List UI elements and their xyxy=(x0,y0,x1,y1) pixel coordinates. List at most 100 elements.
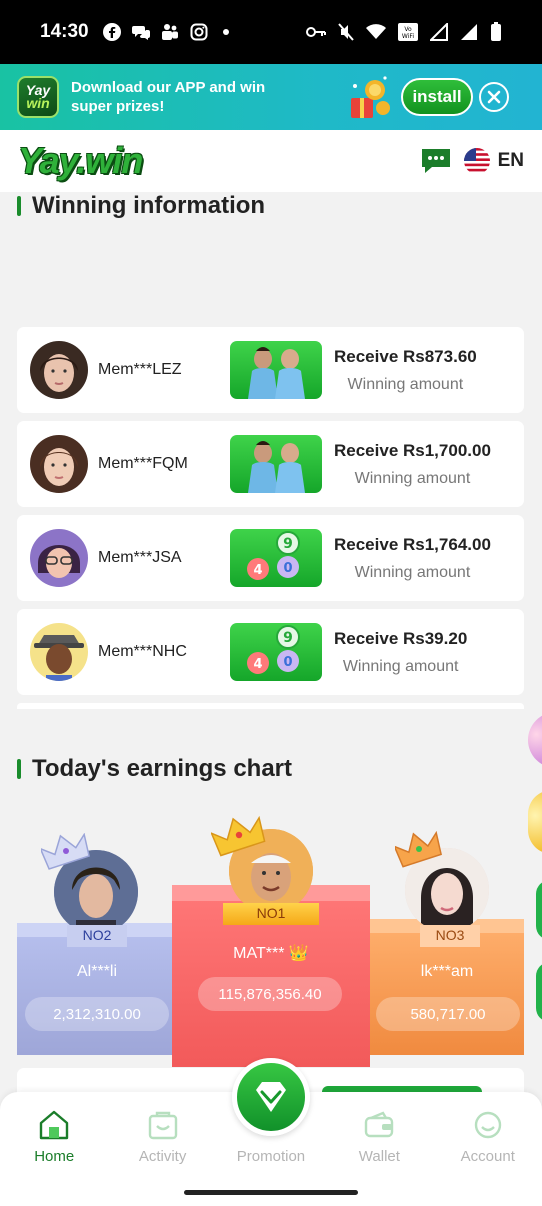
football-game-thumb xyxy=(230,435,322,493)
avatar xyxy=(30,623,88,681)
winning-amount-label: Winning amount xyxy=(342,657,459,675)
winning-info-title-text: Winning information xyxy=(32,192,266,219)
brand-logo[interactable]: Yay.win xyxy=(18,140,143,182)
promotion-icon xyxy=(256,1082,286,1112)
winning-amount: Receive Rs1,700.00 xyxy=(334,440,491,460)
svg-text:9: 9 xyxy=(283,630,293,646)
member-name: Mem***JSA xyxy=(98,549,182,566)
floating-gift-icon[interactable] xyxy=(528,712,542,768)
winning-amount: Receive Rs39.20 xyxy=(334,628,468,648)
podium-no3-value: 580,717.00 xyxy=(376,997,520,1031)
earnings-chart-title: Today's earnings chart xyxy=(17,755,292,783)
top-header: Yay.win EN xyxy=(0,130,542,192)
lottery-game-thumb: 9 4 0 xyxy=(230,529,322,587)
winning-amount-label: Winning amount xyxy=(354,563,471,581)
vowifi-icon: VoWiFi xyxy=(398,23,418,41)
account-icon xyxy=(474,1111,501,1139)
gesture-handle[interactable] xyxy=(184,1190,358,1195)
home-icon xyxy=(39,1110,69,1140)
winning-info-title: Winning information xyxy=(17,192,265,220)
nav-account[interactable]: Account xyxy=(434,1092,542,1174)
lottery-game-thumb: 9 4 0 xyxy=(230,623,322,681)
facebook-icon xyxy=(102,23,121,41)
avatar xyxy=(30,341,88,399)
nav-promotion-label: Promotion xyxy=(236,1148,306,1165)
podium-no2-rank: NO2 xyxy=(67,925,127,947)
podium-no3-rank: NO3 xyxy=(420,925,480,947)
podium-no2-name: Al***li xyxy=(76,963,117,980)
close-icon xyxy=(487,90,501,104)
winning-list: Mem***LEZ Receive Rs873.60 Winning amoun… xyxy=(17,327,524,709)
status-indicators: Vo WiFi xyxy=(306,22,502,42)
notification-dot xyxy=(222,29,229,35)
winning-row[interactable]: Mem***LEZ Receive Rs873.60 Winning amoun… xyxy=(17,327,524,413)
nav-activity[interactable]: Activity xyxy=(108,1092,216,1174)
winning-info: Receive Rs1,764.00 Winning amount xyxy=(334,535,491,582)
winning-info: Receive Rs1,700.00 Winning amount xyxy=(334,441,491,488)
status-bar: 14:30 Vo WiFi xyxy=(0,0,542,64)
battery-icon xyxy=(491,22,501,41)
status-time: 14:30 xyxy=(40,21,89,42)
football-game-thumb xyxy=(230,341,322,399)
winning-row[interactable]: Mem***NHC 9 4 0 Receive Rs39.20 Winning am… xyxy=(17,609,524,695)
floating-chat-icon[interactable] xyxy=(536,962,542,1022)
podium-no1-name: MAT*** 👑 xyxy=(233,945,309,962)
language-selector[interactable]: EN xyxy=(498,150,524,172)
winning-info: Receive Rs873.60 Winning amount xyxy=(334,347,477,394)
us-flag-icon[interactable] xyxy=(463,148,490,174)
gold-crown-icon xyxy=(211,815,266,857)
svg-text:4: 4 xyxy=(253,657,262,672)
chat-icon[interactable] xyxy=(420,147,452,175)
svg-text:4: 4 xyxy=(253,563,262,578)
winning-row[interactable]: Mem***JSA 9 4 0 Receive Rs1,764.00 Winning… xyxy=(17,515,524,601)
winning-amount: Receive Rs873.60 xyxy=(334,346,477,366)
podium-no2-value: 2,312,310.00 xyxy=(25,997,169,1031)
svg-text:WiFi: WiFi xyxy=(402,33,414,40)
instagram-icon xyxy=(190,23,208,41)
vpn-key-icon xyxy=(306,27,326,37)
title-accent-bar xyxy=(17,196,21,216)
nav-home[interactable]: Home xyxy=(0,1092,108,1174)
wallet-icon xyxy=(365,1111,394,1138)
promotion-button[interactable] xyxy=(232,1058,310,1136)
winning-amount-label: Winning amount xyxy=(347,375,464,393)
svg-text:9: 9 xyxy=(283,536,293,552)
app-logo-bottom: win xyxy=(26,95,50,111)
podium-no1-value: 115,876,356.40 xyxy=(198,977,342,1011)
nav-activity-label: Activity xyxy=(138,1148,187,1165)
nav-account-label: Account xyxy=(460,1148,515,1165)
app-logo: Yay win xyxy=(17,76,59,118)
teams-icon xyxy=(161,24,178,40)
avatar xyxy=(30,529,88,587)
winning-amount: Receive Rs1,764.00 xyxy=(334,534,491,554)
winning-amount-label: Winning amount xyxy=(354,469,471,487)
header-actions: EN xyxy=(420,147,524,175)
list-item-partial xyxy=(17,703,524,709)
member-name: Mem***FQM xyxy=(98,455,188,472)
podium-no1-rank: NO1 xyxy=(223,903,319,925)
earnings-podium: NO2 Al***li 2,312,310.00 NO1 MAT*** 👑 11… xyxy=(17,815,524,1070)
avatar xyxy=(30,435,88,493)
close-banner-button[interactable] xyxy=(479,82,509,112)
earnings-chart-title-text: Today's earnings chart xyxy=(32,755,293,782)
signal-1-icon xyxy=(430,23,448,41)
signal-2-icon xyxy=(461,24,477,40)
member-name: Mem***NHC xyxy=(98,643,187,660)
activity-icon xyxy=(148,1111,177,1140)
prize-gift-icon xyxy=(351,76,390,118)
svg-text:Vo: Vo xyxy=(404,26,412,33)
install-button[interactable]: install xyxy=(401,78,473,116)
floating-reward-icon[interactable] xyxy=(528,790,542,854)
podium-no3-name: lk***am xyxy=(420,963,474,980)
winning-row[interactable]: Mem***FQM Receive Rs1,700.00 Winning amo… xyxy=(17,421,524,507)
download-app-banner[interactable]: Yay win Download our APP and win super p… xyxy=(0,64,542,130)
download-banner-text: Download our APP and win super prizes! xyxy=(71,79,266,115)
nav-wallet-label: Wallet xyxy=(358,1148,400,1165)
nav-wallet[interactable]: Wallet xyxy=(325,1092,433,1174)
mute-icon xyxy=(338,23,354,41)
title-accent-bar xyxy=(17,759,21,779)
floating-whatsapp-icon[interactable] xyxy=(536,880,542,940)
wifi-icon xyxy=(366,24,386,39)
member-name: Mem***LEZ xyxy=(98,361,182,378)
bronze-crown-icon xyxy=(395,831,442,868)
